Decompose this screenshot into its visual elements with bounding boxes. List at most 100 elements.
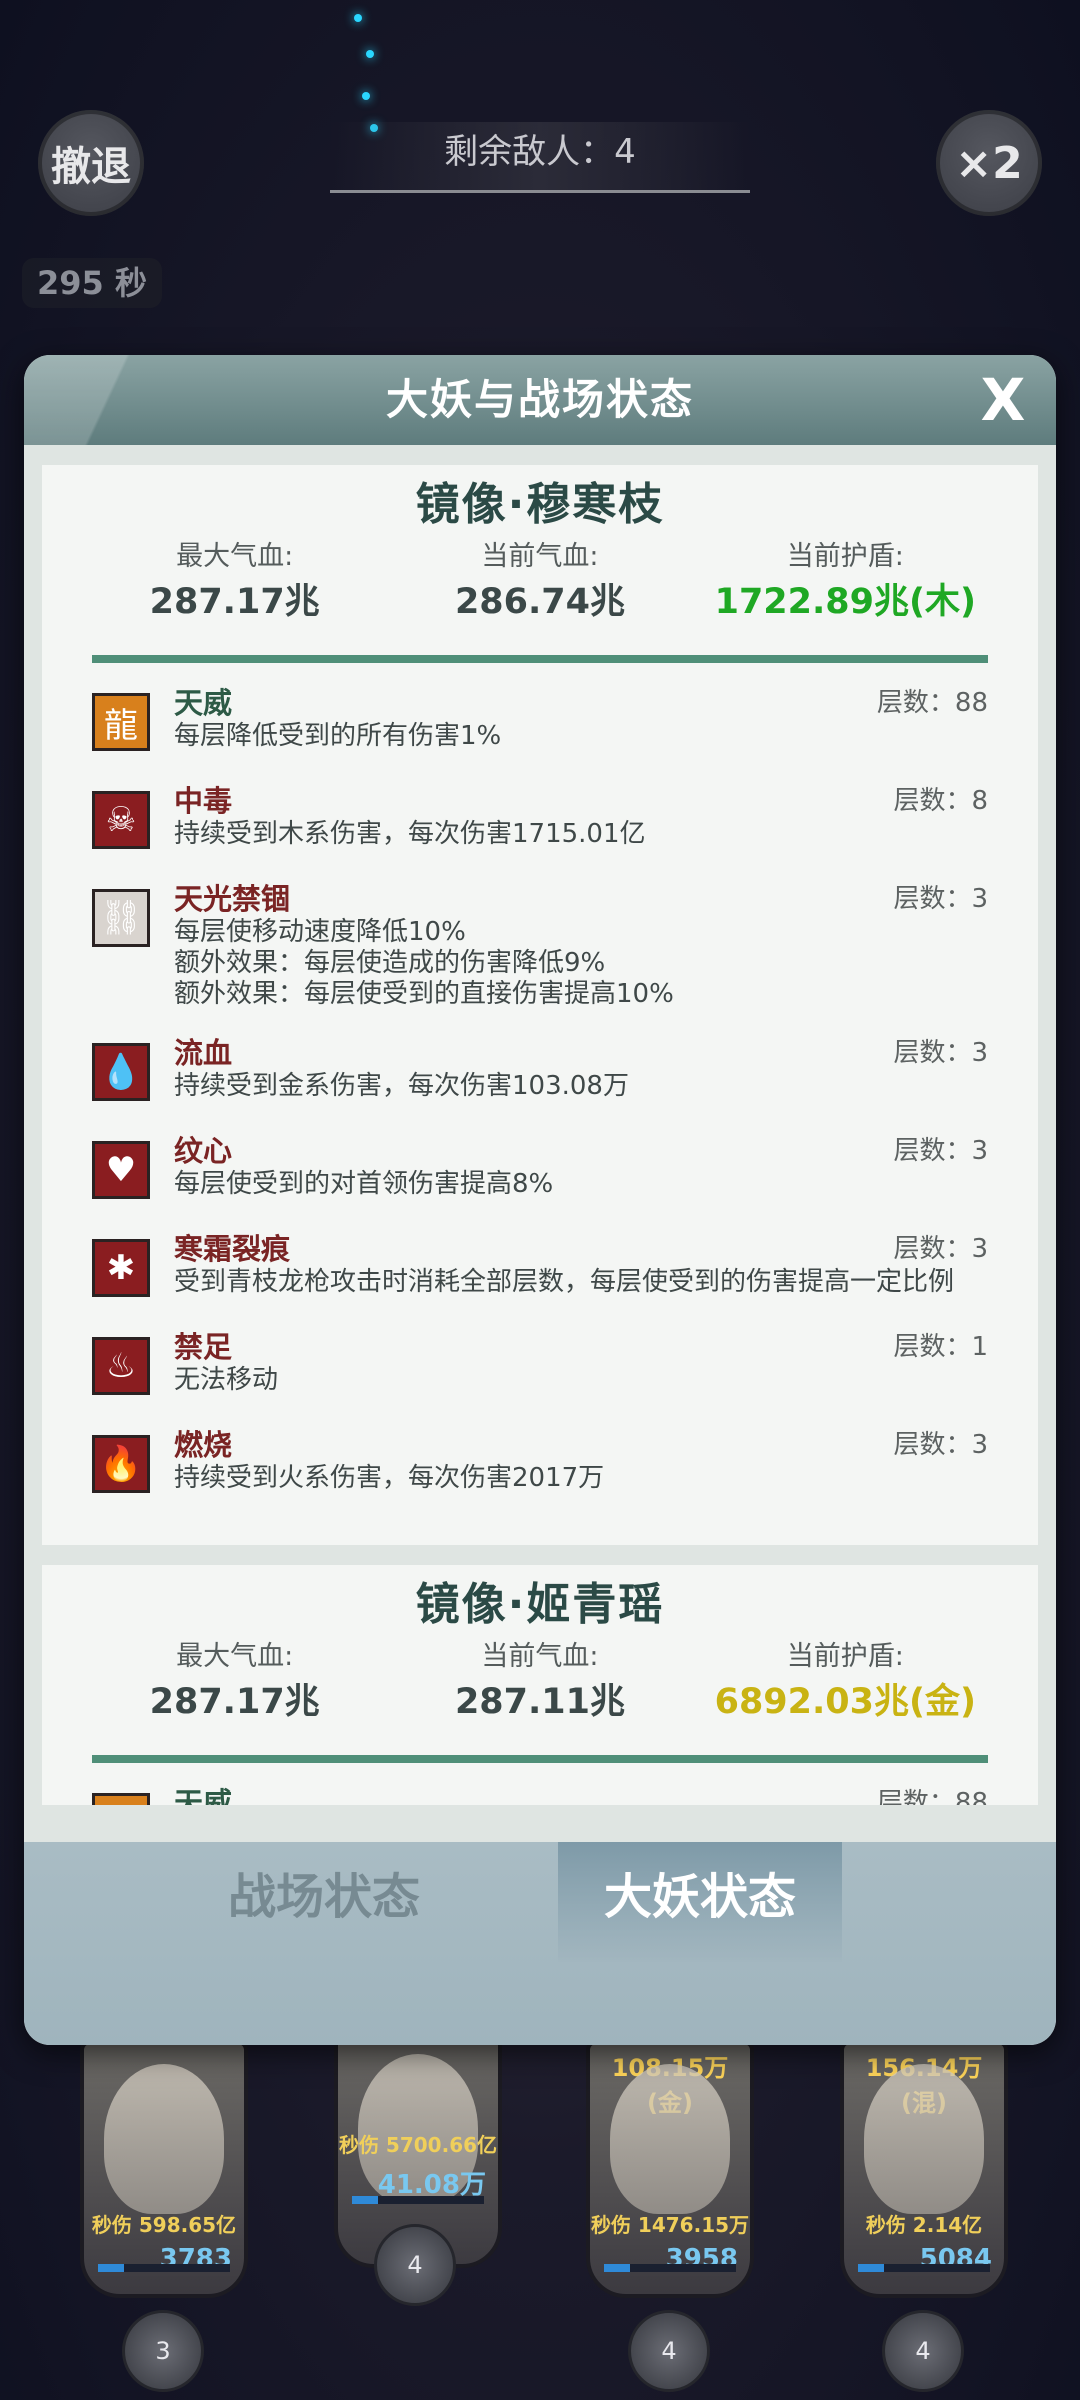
hero-energy-bar (604, 2264, 736, 2272)
status-effect-row[interactable]: ⛓ 天光禁锢 层数：3 每层使移动速度降低10% 额外效果：每层使造成的伤害降低9% 额外… (42, 879, 1038, 1033)
effect-stacks: 层数：88 (876, 1788, 988, 1805)
hero-skill-badge[interactable]: 3 (122, 2310, 204, 2392)
section-divider (92, 1755, 988, 1763)
hero-dps: 秒伤 598.65亿 (91, 2213, 237, 2237)
heart-mark-icon: ♥ (92, 1141, 150, 1199)
effect-name: 寒霜裂痕 (174, 1232, 291, 1266)
frost-icon: ✱ (92, 1239, 150, 1297)
skull-icon: ☠ (92, 791, 150, 849)
boss-card: 镜像·穆寒枝 最大气血: 287.17兆 当前气血: 286.74兆 当前护盾: 1722.… (42, 465, 1038, 1545)
hero-energy-bar (98, 2264, 230, 2272)
effect-stacks: 层数：3 (893, 1038, 988, 1068)
effect-name: 纹心 (174, 1134, 233, 1168)
status-effect-row[interactable]: 💧 流血 层数：3 持续受到金系伤害，每次伤害103.08万 (42, 1033, 1038, 1131)
current-shield-value: 1722.89兆(木) (714, 582, 977, 622)
tab-boss-status[interactable]: 大妖状态 (558, 1842, 842, 1962)
boss-stats: 最大气血: 287.17兆 当前气血: 287.11兆 当前护盾: 6892.03兆(金) (42, 1637, 1038, 1747)
close-button[interactable]: X (970, 367, 1036, 433)
section-divider (92, 655, 988, 663)
effect-stacks: 层数：3 (893, 884, 988, 914)
effect-name: 天威 (174, 686, 233, 720)
effect-name: 天威 (174, 1786, 233, 1805)
effect-name: 禁足 (174, 1330, 233, 1364)
effect-description-line: 额外效果：每层使造成的伤害降低9% (174, 948, 606, 978)
hero-portrait (864, 2064, 984, 2214)
max-hp-value: 287.17兆 (149, 582, 320, 622)
effect-stacks: 层数：8 (893, 786, 988, 816)
dragon-icon: 龍 (92, 693, 150, 751)
sparkle (366, 50, 374, 58)
effect-description: 每层降低受到的所有伤害1% (174, 721, 501, 752)
current-shield-label: 当前护盾: (786, 541, 904, 572)
status-effect-row[interactable]: 龍天威 层数：88 每层降低受到的所有伤害1% (42, 683, 1038, 781)
effect-description: 受到青枝龙枪攻击时消耗全部层数，每层使受到的伤害提高一定比例 (174, 1267, 954, 1298)
effect-description: 每层使移动速度降低10% 额外效果：每层使造成的伤害降低9% 额外效果：每层使受到的… (174, 917, 674, 1010)
hero-energy-bar (352, 2196, 484, 2204)
effect-description-line: 受到青枝龙枪攻击时消耗全部层数，每层使受到的伤害提高一定比例 (174, 1267, 955, 1297)
effect-description-line: 每层降低受到的所有伤害1% (174, 721, 502, 751)
dialog-title: 大妖与战场状态 (385, 375, 694, 424)
current-hp-stat: 当前气血: 286.74兆 (390, 537, 690, 647)
status-effect-row[interactable]: ☠ 中毒 层数：8 持续受到木系伤害，每次伤害1715.01亿 (42, 781, 1038, 879)
current-hp-label: 当前气血: (481, 1641, 599, 1672)
hero-dps: 秒伤 1476.15万 (590, 2213, 750, 2237)
boss-stats: 最大气血: 287.17兆 当前气血: 286.74兆 当前护盾: 1722.89兆(木) (42, 537, 1038, 647)
hero-skill-badge[interactable]: 4 (882, 2310, 964, 2392)
boss-card: 镜像·姬青瑶最大气血: 287.17兆 当前气血: 287.11兆 当前护盾: 6892.… (42, 1565, 1038, 1805)
current-hp-label: 当前气血: (481, 541, 599, 572)
flame-icon: ♨ (92, 1337, 150, 1395)
hero-card[interactable]: 108.15万(金) 秒伤 1476.15万 3958 (586, 2040, 754, 2298)
status-effect-row[interactable]: 龍 天威 层数：88 (42, 1783, 1038, 1805)
effect-stacks: 层数：3 (893, 1234, 988, 1264)
current-shield-stat: 当前护盾: 6892.03兆(金) (695, 1637, 995, 1747)
hero-skill-badge[interactable]: 4 (374, 2224, 456, 2306)
chains-icon: ⛓ (92, 889, 150, 947)
max-hp-label: 最大气血: (176, 1641, 294, 1672)
hero-card[interactable]: 秒伤 598.65亿 3783 (80, 2040, 248, 2298)
effect-description-line: 每层使受到的对首领伤害提高8% (174, 1169, 554, 1199)
tab-bar: 战场状态 大妖状态 (24, 1842, 1056, 2045)
boss-name: 镜像·穆寒枝 (415, 479, 665, 530)
current-shield-label: 当前护盾: (786, 1641, 904, 1672)
sparkle (362, 92, 370, 100)
status-effect-row[interactable]: ♨ 禁足 层数：1 无法移动 (42, 1327, 1038, 1425)
effect-description-line: 无法移动 (174, 1365, 279, 1395)
battle-timer: 295 秒 (22, 258, 162, 308)
max-hp-stat: 最大气血: 287.17兆 (85, 537, 385, 647)
effect-description: 持续受到火系伤害，每次伤害2017万 (174, 1463, 604, 1494)
sparkle (354, 14, 362, 22)
retreat-button[interactable]: 撤退 (38, 110, 144, 216)
speed-toggle-button[interactable]: ×2 (936, 110, 1042, 216)
effect-name: 中毒 (174, 784, 233, 818)
dragon-icon: 龍 (92, 1793, 150, 1805)
hero-energy-bar (858, 2264, 990, 2272)
effect-name: 流血 (174, 1036, 233, 1070)
blood-drops-icon: 💧 (92, 1043, 150, 1101)
status-effect-row[interactable]: 🔥 燃烧 层数：3 持续受到火系伤害，每次伤害2017万 (42, 1425, 1038, 1523)
boss-list-scroll[interactable]: 镜像·穆寒枝 最大气血: 287.17兆 当前气血: 286.74兆 当前护盾: 1722.… (42, 465, 1038, 1805)
tab-battlefield-status[interactable]: 战场状态 (174, 1842, 474, 1962)
max-hp-stat: 最大气血: 287.17兆 (85, 1637, 385, 1747)
max-hp-value: 287.17兆 (149, 1682, 320, 1722)
current-shield-stat: 当前护盾: 1722.89兆(木) (695, 537, 995, 647)
hero-skill-badge[interactable]: 4 (628, 2310, 710, 2392)
effect-stacks: 层数：1 (893, 1332, 988, 1362)
effect-description: 无法移动 (174, 1365, 278, 1396)
hero-dps: 秒伤 5700.66亿 (338, 2133, 498, 2157)
status-effect-row[interactable]: ✱ 寒霜裂痕 层数：3 受到青枝龙枪攻击时消耗全部层数，每层使受到的伤害提高一定比例 (42, 1229, 1038, 1327)
status-effect-row[interactable]: ♥ 纹心 层数：3 每层使受到的对首领伤害提高8% (42, 1131, 1038, 1229)
current-hp-stat: 当前气血: 287.11兆 (390, 1637, 690, 1747)
hero-card[interactable]: 156.14万(混) 秒伤 2.14亿 5084 (840, 2040, 1008, 2298)
effect-description-line: 持续受到火系伤害，每次伤害2017万 (174, 1463, 605, 1493)
effect-description: 持续受到木系伤害，每次伤害1715.01亿 (174, 819, 646, 850)
effect-stacks: 层数：88 (876, 688, 988, 718)
effect-stacks: 层数：3 (893, 1430, 988, 1460)
boss-name: 镜像·姬青瑶 (415, 1579, 665, 1630)
remaining-enemies: 剩余敌人：4 (330, 122, 750, 193)
current-hp-value: 287.11兆 (454, 1682, 626, 1722)
boss-status-dialog: 大妖与战场状态 X 镜像·穆寒枝最大气血: 287.17兆 当前气血: 286.74兆… (24, 355, 1056, 2045)
effect-name: 天光禁锢 (174, 882, 291, 916)
effect-description-line: 额外效果：每层使受到的直接伤害提高10% (174, 979, 674, 1009)
effect-description-line: 每层使移动速度降低10% (174, 917, 466, 947)
effect-description-line: 持续受到木系伤害，每次伤害1715.01亿 (174, 819, 646, 849)
